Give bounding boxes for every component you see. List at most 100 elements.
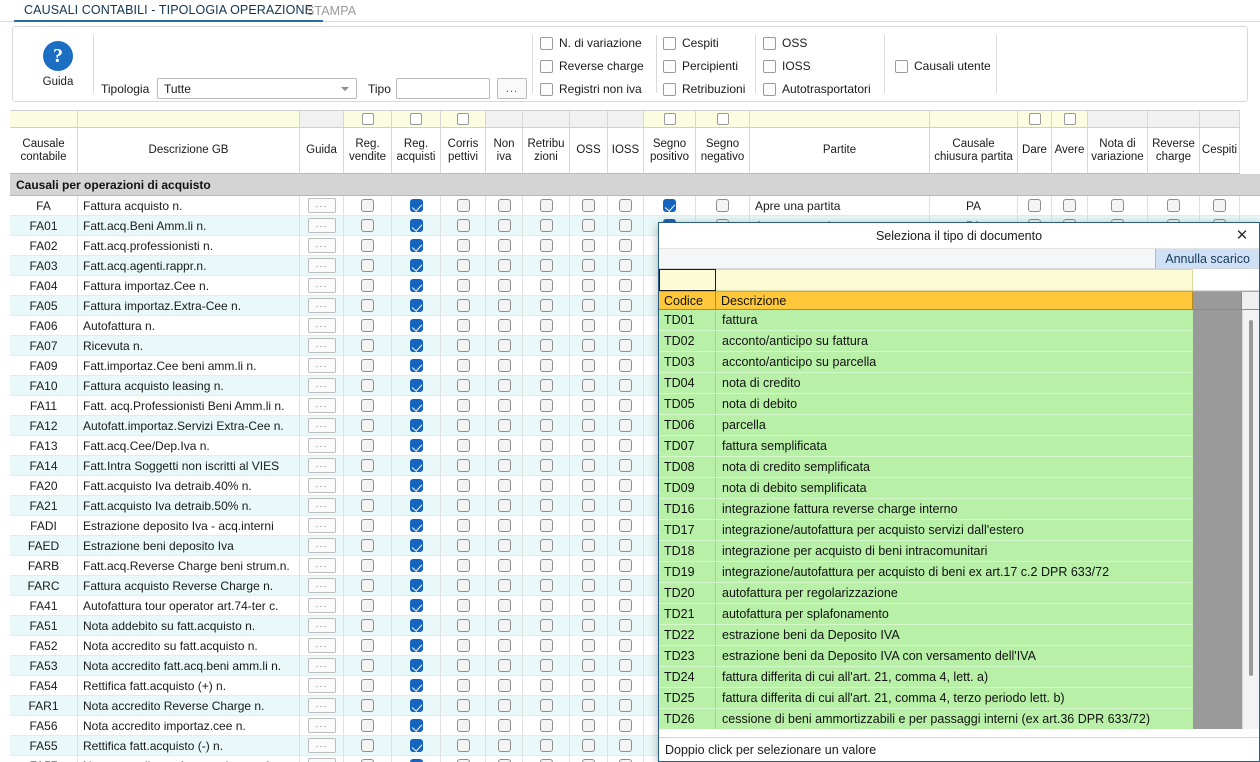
- column-header[interactable]: Segno negativo: [696, 128, 750, 174]
- row-checkbox-retribuzioni[interactable]: [539, 739, 553, 752]
- list-item[interactable]: TD07 fattura semplificata: [659, 436, 1193, 457]
- row-checkbox-oss[interactable]: [582, 299, 595, 312]
- row-checkbox-ioss[interactable]: [619, 379, 632, 392]
- checkbox-reverse-charge[interactable]: Reverse charge: [540, 59, 644, 73]
- guida-lookup-button[interactable]: ···: [307, 498, 336, 513]
- row-checkbox-reg_acquisti[interactable]: [409, 619, 423, 632]
- grid-filter-checkbox[interactable]: [361, 113, 374, 125]
- row-checkbox-ioss[interactable]: [619, 239, 632, 252]
- row-checkbox-corrispettivi[interactable]: [456, 259, 470, 272]
- list-item[interactable]: TD05 nota di debito: [659, 394, 1193, 415]
- row-checkbox-reg_vendite[interactable]: [361, 379, 374, 392]
- row-checkbox-oss[interactable]: [582, 659, 595, 672]
- guida-lookup-button[interactable]: ···: [307, 378, 336, 393]
- row-checkbox-reg_acquisti[interactable]: [409, 479, 423, 492]
- row-checkbox-reg_vendite[interactable]: [361, 679, 374, 692]
- column-header[interactable]: Partite: [750, 128, 930, 174]
- row-checkbox-corrispettivi[interactable]: [456, 339, 470, 352]
- list-item[interactable]: TD24 fattura differita di cui all'art. 21…: [659, 667, 1193, 688]
- row-checkbox-ioss[interactable]: [619, 699, 632, 712]
- row-checkbox-reg_vendite[interactable]: [361, 579, 374, 592]
- row-checkbox-retribuzioni[interactable]: [539, 259, 553, 272]
- row-checkbox-non_iva[interactable]: [497, 499, 511, 512]
- row-checkbox-corrispettivi[interactable]: [456, 519, 470, 532]
- column-header[interactable]: Segno positivo: [644, 128, 696, 174]
- annulla-scarico-button[interactable]: Annulla scarico: [1155, 249, 1259, 268]
- row-checkbox-oss[interactable]: [582, 679, 595, 692]
- guida-lookup-button[interactable]: ···: [307, 418, 336, 433]
- row-checkbox-rev_charge[interactable]: [1167, 199, 1180, 212]
- row-checkbox-retribuzioni[interactable]: [539, 699, 553, 712]
- checkbox-n-di-variazione[interactable]: N. di variazione: [540, 36, 642, 50]
- guida-lookup-button[interactable]: ···: [307, 458, 336, 473]
- row-checkbox-non_iva[interactable]: [497, 339, 511, 352]
- row-checkbox-retribuzioni[interactable]: [539, 719, 553, 732]
- row-checkbox-oss[interactable]: [582, 279, 595, 292]
- row-checkbox-reg_acquisti[interactable]: [409, 319, 423, 332]
- row-checkbox-ioss[interactable]: [619, 299, 632, 312]
- column-header[interactable]: Descrizione GB: [78, 128, 300, 174]
- row-checkbox-oss[interactable]: [582, 559, 595, 572]
- row-checkbox-ioss[interactable]: [619, 439, 632, 452]
- guida-lookup-button[interactable]: ···: [307, 738, 336, 753]
- column-header[interactable]: Nota di variazione: [1088, 128, 1148, 174]
- list-item[interactable]: TD20 autofattura per regolarizzazione: [659, 583, 1193, 604]
- column-header[interactable]: Corris pettivi: [441, 128, 486, 174]
- column-header[interactable]: Cespiti: [1200, 128, 1240, 174]
- guida-lookup-button[interactable]: ···: [307, 698, 336, 713]
- list-item[interactable]: TD23 estrazione beni da Deposito IVA con …: [659, 646, 1193, 667]
- row-checkbox-reg_vendite[interactable]: [361, 659, 374, 672]
- row-checkbox-retribuzioni[interactable]: [539, 519, 553, 532]
- row-checkbox-reg_acquisti[interactable]: [409, 679, 423, 692]
- list-item[interactable]: TD25 fattura differita di cui all'art. 21…: [659, 688, 1193, 709]
- scrollbar-thumb[interactable]: [1249, 320, 1253, 676]
- tipo-input[interactable]: [396, 78, 490, 99]
- row-checkbox-reg_acquisti[interactable]: [409, 459, 423, 472]
- row-checkbox-reg_vendite[interactable]: [361, 539, 374, 552]
- row-checkbox-ioss[interactable]: [619, 599, 632, 612]
- list-item[interactable]: TD21 autofattura per splafonamento: [659, 604, 1193, 625]
- row-checkbox-reg_acquisti[interactable]: [409, 359, 423, 372]
- row-checkbox-reg_acquisti[interactable]: [409, 299, 423, 312]
- row-checkbox-reg_vendite[interactable]: [361, 399, 374, 412]
- row-checkbox-non_iva[interactable]: [497, 659, 511, 672]
- guida-button[interactable]: ? Guida: [27, 31, 89, 97]
- row-checkbox-non_iva[interactable]: [497, 559, 511, 572]
- row-checkbox-non_iva[interactable]: [497, 679, 511, 692]
- column-header[interactable]: Retribu zioni: [523, 128, 570, 174]
- row-checkbox-reg_vendite[interactable]: [361, 719, 374, 732]
- row-checkbox-ioss[interactable]: [619, 359, 632, 372]
- table-row[interactable]: FA Fattura acquisto n. ··· Apre una partita…: [10, 196, 1260, 216]
- dialog-vertical-scrollbar[interactable]: [1242, 310, 1259, 729]
- row-checkbox-ioss[interactable]: [619, 319, 632, 332]
- grid-filter-checkbox[interactable]: [1063, 113, 1076, 125]
- guida-lookup-button[interactable]: ···: [307, 638, 336, 653]
- row-checkbox-corrispettivi[interactable]: [456, 299, 470, 312]
- row-checkbox-corrispettivi[interactable]: [456, 559, 470, 572]
- column-header[interactable]: Causale contabile: [10, 128, 78, 174]
- row-checkbox-oss[interactable]: [582, 439, 595, 452]
- row-checkbox-retribuzioni[interactable]: [539, 219, 553, 232]
- row-checkbox-reg_acquisti[interactable]: [409, 579, 423, 592]
- guida-lookup-button[interactable]: ···: [307, 298, 336, 313]
- row-checkbox-oss[interactable]: [582, 259, 595, 272]
- row-checkbox-non_iva[interactable]: [497, 539, 511, 552]
- row-checkbox-retribuzioni[interactable]: [539, 319, 553, 332]
- checkbox-box[interactable]: [663, 82, 676, 96]
- row-checkbox-oss[interactable]: [582, 619, 595, 632]
- checkbox-registri-non-iva[interactable]: Registri non iva: [540, 82, 642, 96]
- row-checkbox-non_iva[interactable]: [497, 199, 511, 212]
- row-checkbox-ioss[interactable]: [619, 199, 632, 212]
- grid-filter-checkbox[interactable]: [410, 113, 422, 125]
- row-checkbox-reg_vendite[interactable]: [361, 219, 374, 232]
- guida-lookup-button[interactable]: ···: [307, 518, 336, 533]
- row-checkbox-reg_acquisti[interactable]: [409, 239, 423, 252]
- row-checkbox-retribuzioni[interactable]: [539, 659, 553, 672]
- checkbox-percipienti[interactable]: Percipienti: [663, 59, 738, 73]
- column-header[interactable]: Reg. vendite: [344, 128, 392, 174]
- row-checkbox-retribuzioni[interactable]: [539, 459, 553, 472]
- checkbox-box[interactable]: [763, 59, 776, 73]
- guida-lookup-button[interactable]: ···: [307, 718, 336, 733]
- row-checkbox-ioss[interactable]: [619, 399, 632, 412]
- row-checkbox-non_iva[interactable]: [497, 279, 511, 292]
